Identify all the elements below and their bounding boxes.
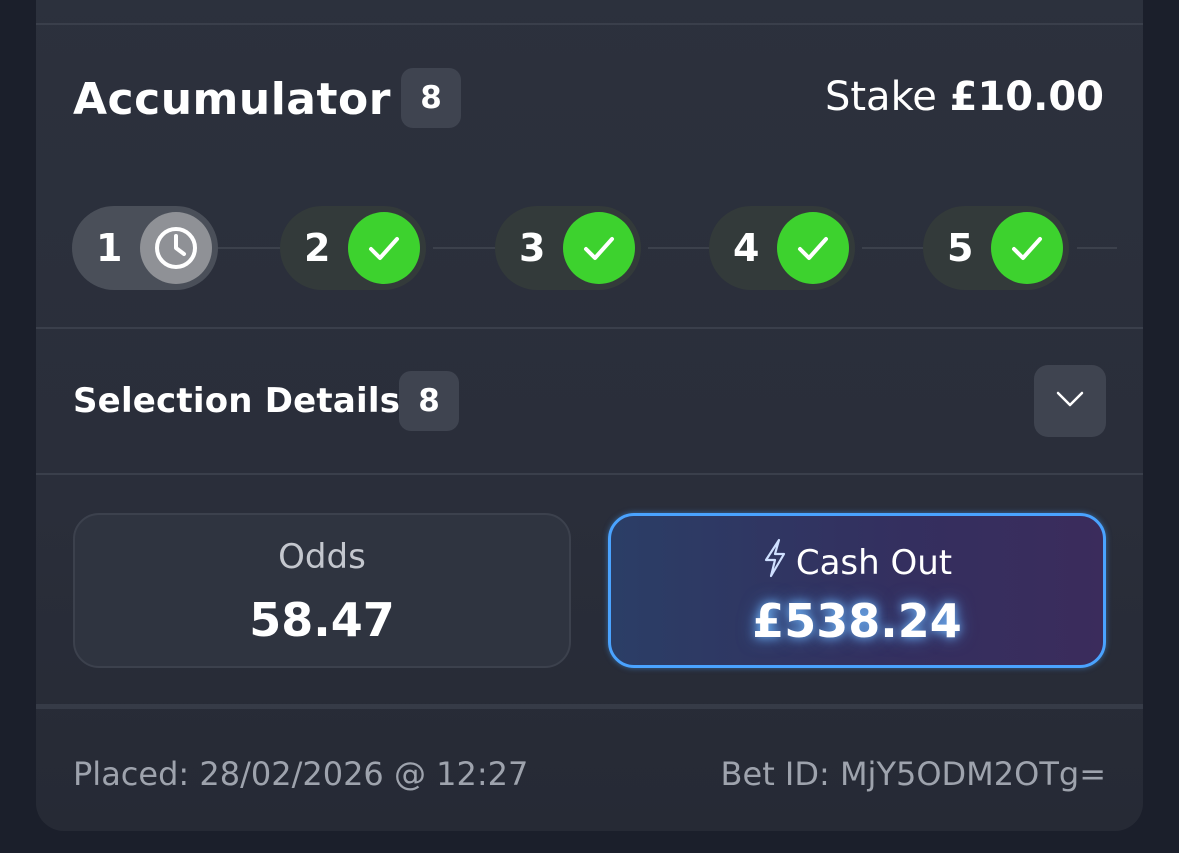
bet-card: Accumulator 8 Stake £10.00 1 2 3 4 5 Sel…: [36, 0, 1143, 831]
cash-out-button[interactable]: Cash Out £538.24: [608, 513, 1106, 668]
check-icon: [777, 212, 849, 284]
selection-details-row[interactable]: Selection Details 8: [73, 365, 1106, 437]
leg-number: 5: [947, 226, 974, 270]
selection-details-title: Selection Details: [73, 381, 401, 421]
leg-5[interactable]: 5: [923, 206, 1069, 290]
leg-connector: [433, 247, 503, 249]
leg-connector: [648, 247, 718, 249]
divider: [36, 23, 1143, 25]
leg-connector: [862, 247, 932, 249]
stake-amount: £10.00: [949, 74, 1104, 120]
bet-id: Bet ID: MjY5ODM2OTg=: [720, 755, 1106, 793]
lightning-icon: [762, 538, 788, 587]
leg-number: 1: [96, 226, 123, 270]
clock-icon: [140, 212, 212, 284]
leg-number: 2: [304, 226, 331, 270]
bet-type-title: Accumulator: [73, 74, 391, 125]
divider: [36, 704, 1143, 709]
bet-footer: Placed: 28/02/2026 @ 12:27 Bet ID: MjY5O…: [73, 755, 1106, 799]
odds-value: 58.47: [249, 593, 395, 647]
expand-selection-button[interactable]: [1034, 365, 1106, 437]
leg-2[interactable]: 2: [280, 206, 426, 290]
divider: [36, 473, 1143, 475]
odds-label: Odds: [278, 537, 366, 577]
bet-header: Accumulator 8 Stake £10.00: [73, 68, 1106, 130]
check-icon: [563, 212, 635, 284]
cash-out-value: £538.24: [752, 594, 962, 648]
check-icon: [348, 212, 420, 284]
leg-4[interactable]: 4: [709, 206, 855, 290]
leg-count-badge: 8: [401, 68, 461, 128]
leg-connector: [218, 247, 288, 249]
stake: Stake £10.00: [825, 74, 1104, 120]
cash-out-label-row: Cash Out: [611, 538, 1103, 587]
leg-3[interactable]: 3: [495, 206, 641, 290]
leg-number: 4: [733, 226, 760, 270]
cash-out-label: Cash Out: [795, 542, 953, 583]
placed-timestamp: Placed: 28/02/2026 @ 12:27: [73, 755, 529, 793]
check-icon: [991, 212, 1063, 284]
leg-number: 3: [519, 226, 546, 270]
stake-label: Stake: [824, 74, 937, 120]
selection-count-badge: 8: [399, 371, 459, 431]
divider: [36, 327, 1143, 329]
odds-box: Odds 58.47: [73, 513, 571, 668]
leg-1[interactable]: 1: [72, 206, 218, 290]
legs-progress: 1 2 3 4 5: [72, 206, 1117, 290]
chevron-down-icon: [1055, 390, 1085, 412]
leg-connector: [1077, 247, 1117, 249]
